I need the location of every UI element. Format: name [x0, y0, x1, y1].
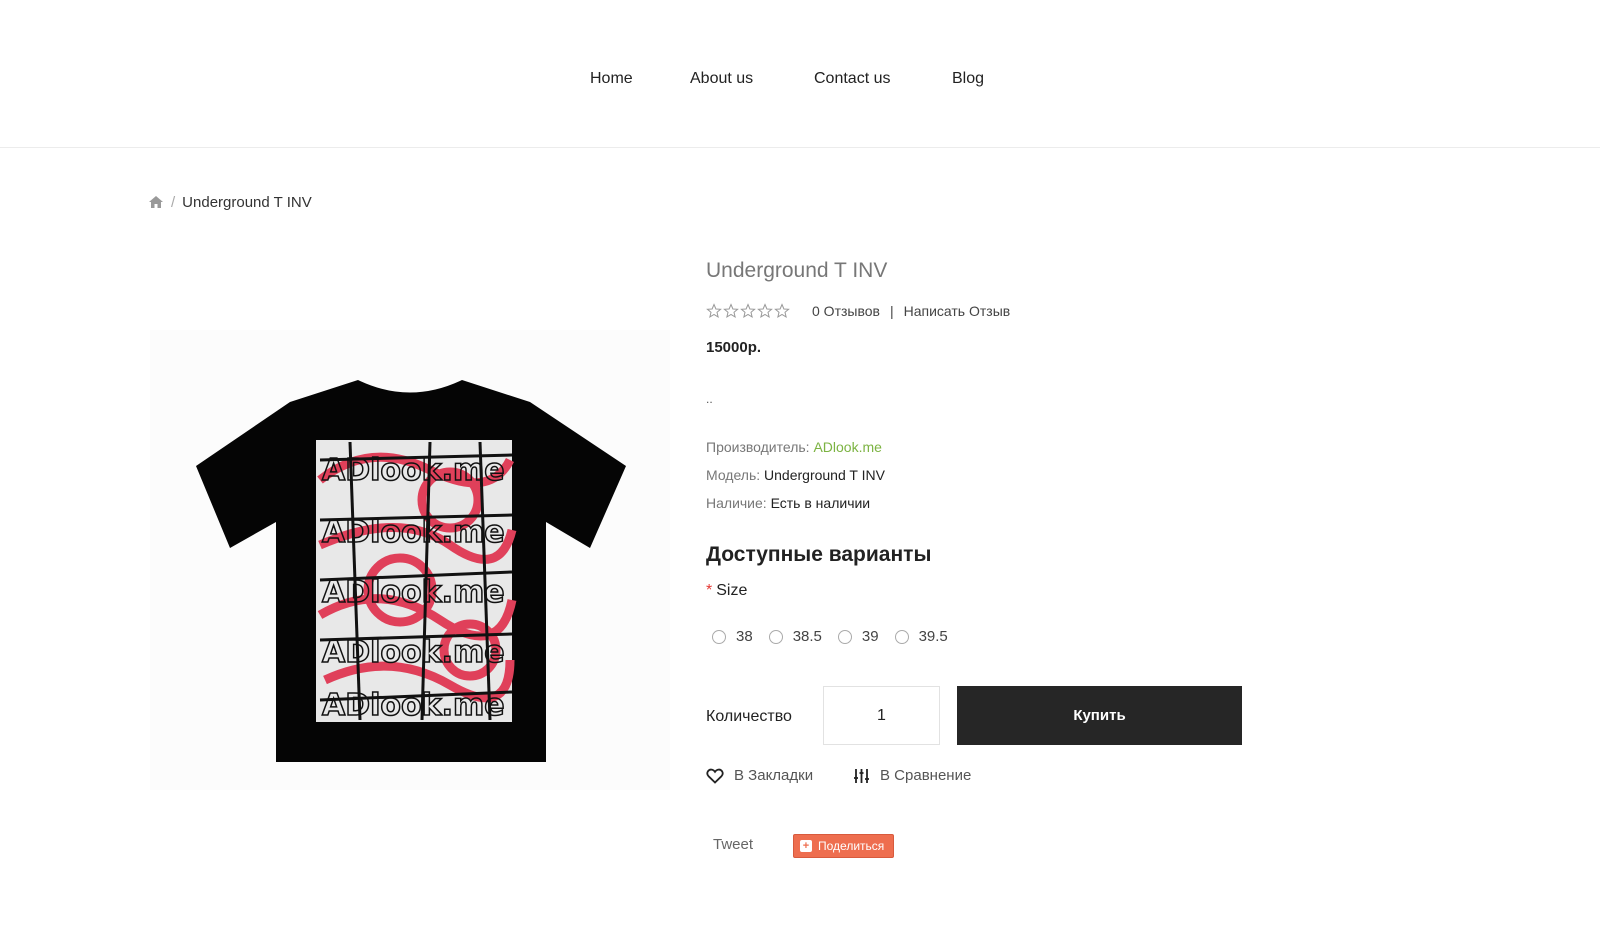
options-title: Доступные варианты — [706, 543, 932, 566]
breadcrumb-current: Underground T INV — [182, 193, 312, 211]
size-option-39[interactable]: 39 — [837, 628, 879, 645]
compare-label: В Сравнение — [880, 767, 972, 784]
wishlist-button[interactable]: В Закладки — [706, 767, 813, 784]
nav-contact-us[interactable]: Contact us — [814, 70, 890, 88]
availability-row: Наличие: Есть в наличии — [706, 495, 870, 511]
star-icon — [723, 303, 739, 318]
svg-text:ADlook.me: ADlook.me — [322, 515, 505, 550]
reviews-link[interactable]: 0 Отзывов — [812, 303, 880, 319]
size-option-39-5[interactable]: 39.5 — [894, 628, 948, 645]
wishlist-label: В Закладки — [734, 767, 814, 784]
compare-button[interactable]: В Сравнение — [853, 767, 971, 784]
manufacturer-label: Производитель: — [706, 439, 810, 455]
nav-home[interactable]: Home — [590, 70, 633, 88]
quantity-input[interactable] — [823, 686, 940, 745]
quantity-label: Количество — [706, 708, 792, 725]
size-radio[interactable] — [712, 629, 726, 644]
sliders-icon — [854, 768, 869, 783]
svg-text:ADlook.me: ADlook.me — [322, 635, 505, 670]
star-icon — [706, 303, 722, 318]
nav-about-us[interactable]: About us — [690, 70, 753, 88]
manufacturer-link[interactable]: ADlook.me — [813, 439, 881, 455]
star-icon — [740, 303, 756, 318]
product-description: .. — [706, 392, 713, 406]
size-value: 38 — [736, 628, 753, 645]
star-icon — [757, 303, 773, 318]
plus-icon: + — [800, 840, 812, 852]
size-value: 39.5 — [918, 628, 948, 645]
star-icon — [774, 303, 790, 318]
home-icon[interactable] — [148, 195, 164, 209]
nav-blog[interactable]: Blog — [952, 70, 984, 88]
svg-text:ADlook.me: ADlook.me — [322, 688, 505, 723]
heart-icon — [706, 768, 724, 784]
share-label: Поделиться — [818, 839, 885, 853]
rating-stars — [706, 303, 790, 319]
write-review-link[interactable]: Написать Отзыв — [904, 303, 1011, 319]
size-radio[interactable] — [894, 629, 909, 644]
product-price: 15000р. — [706, 339, 762, 356]
size-value: 39 — [861, 628, 879, 645]
rating-row: 0 Отзывов | Написать Отзыв — [706, 303, 1010, 319]
rating-separator: | — [889, 303, 894, 319]
tshirt-image: ADlook.me ADlook.me ADlook.me ADlook.me … — [196, 380, 626, 762]
size-label: * Size — [706, 582, 747, 600]
size-option-38-5[interactable]: 38.5 — [768, 628, 822, 645]
availability-value: Есть в наличии — [770, 495, 871, 511]
top-navigation: Home About us Contact us Blog — [0, 0, 1600, 148]
product-image[interactable]: ADlook.me ADlook.me ADlook.me ADlook.me … — [150, 330, 670, 790]
product-title: Underground T INV — [706, 259, 888, 282]
size-label-text: Size — [716, 582, 748, 599]
breadcrumb: / Underground T INV — [148, 192, 312, 212]
share-button[interactable]: + Поделиться — [793, 834, 894, 858]
size-value: 38.5 — [792, 628, 822, 645]
availability-label: Наличие: — [706, 495, 767, 511]
tweet-button[interactable]: Tweet — [713, 836, 753, 853]
size-options: 38 38.5 39 39.5 — [712, 628, 964, 645]
required-mark: * — [706, 582, 713, 599]
svg-text:ADlook.me: ADlook.me — [322, 575, 505, 610]
size-option-38[interactable]: 38 — [712, 628, 753, 645]
manufacturer-row: Производитель: ADlook.me — [706, 439, 882, 455]
size-radio[interactable] — [837, 629, 852, 644]
model-label: Модель: — [706, 467, 761, 483]
model-value: Underground T INV — [764, 467, 885, 483]
buy-button[interactable]: Купить — [957, 686, 1242, 745]
breadcrumb-separator: / — [171, 193, 176, 211]
size-radio[interactable] — [768, 629, 783, 644]
svg-text:ADlook.me: ADlook.me — [322, 453, 505, 488]
model-row: Модель: Underground T INV — [706, 467, 885, 483]
